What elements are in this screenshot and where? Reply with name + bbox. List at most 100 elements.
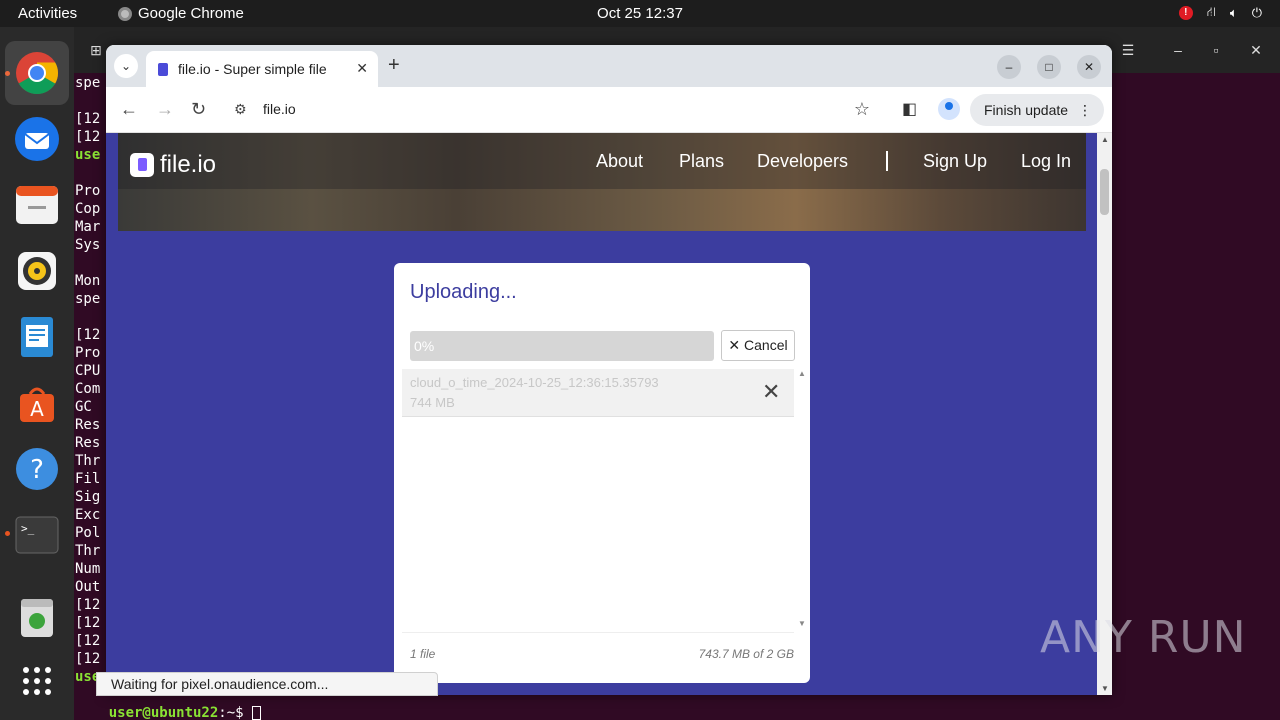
reload-button[interactable]: ↻ (191, 99, 206, 119)
dock-chrome[interactable] (5, 41, 69, 105)
upload-card: Uploading... 0% ✕ Cancel cloud_o_time_20… (394, 263, 810, 683)
cursor (252, 706, 262, 720)
svg-text:A: A (30, 397, 44, 421)
back-button[interactable]: ← (120, 99, 138, 119)
terminal-line: GC (75, 399, 101, 415)
appcenter-icon: A (20, 387, 54, 422)
thunderbird-icon (15, 117, 59, 161)
notification-alert-icon[interactable]: ! (1178, 6, 1193, 20)
dock-files[interactable] (5, 173, 69, 237)
forward-button[interactable]: → (156, 99, 174, 119)
file-count: 1 file (410, 647, 436, 661)
dock-writer[interactable] (5, 305, 69, 369)
maximize-icon[interactable]: ▫ (1202, 37, 1230, 63)
bookmark-star-icon[interactable]: ☆ (854, 99, 870, 120)
upload-progress-bar: 0% (410, 331, 714, 361)
terminal-line: spe (75, 75, 101, 91)
dock: A ? >_ (0, 27, 74, 720)
terminal-line: [12 (75, 129, 101, 145)
terminal-line: Thr (75, 543, 101, 559)
svg-text:?: ? (30, 455, 44, 485)
cancel-x-icon: ✕ (728, 337, 741, 353)
url-text: file.io (263, 101, 296, 117)
tab-close-icon[interactable]: ✕ (356, 60, 368, 77)
dock-appcenter[interactable]: A (5, 371, 69, 435)
tab-search-button[interactable]: ⌄ (114, 54, 138, 78)
terminal-line: Fil (75, 471, 101, 487)
quota-text: 743.7 MB of 2 GB (698, 647, 794, 661)
upload-heading: Uploading... (410, 281, 517, 303)
file-size: 744 MB (410, 395, 455, 410)
clock[interactable]: Oct 25 12:37 (597, 5, 683, 22)
scroll-down-icon[interactable]: ▼ (1101, 684, 1109, 693)
writer-icon (21, 317, 53, 357)
close-icon[interactable]: ✕ (1242, 37, 1270, 63)
nav-about[interactable]: About (596, 151, 643, 172)
nav-plans[interactable]: Plans (679, 151, 724, 172)
dock-thunderbird[interactable] (5, 107, 69, 171)
side-panel-icon[interactable]: ◧ (902, 99, 917, 119)
terminal-line: Num (75, 561, 101, 577)
list-item: cloud_o_time_2024-10-25_12:36:15.35793 7… (402, 369, 794, 417)
chrome-icon (16, 52, 59, 95)
file-name: cloud_o_time_2024-10-25_12:36:15.35793 (410, 375, 659, 390)
finish-update-button[interactable]: Finish update ⋮ (970, 94, 1104, 126)
remove-file-icon[interactable]: ✕ (762, 379, 780, 405)
power-icon[interactable]: ⏻ (1252, 5, 1262, 21)
minimize-button[interactable]: – (997, 55, 1021, 79)
minimize-icon[interactable]: – (1164, 37, 1192, 63)
more-menu-icon[interactable]: ⋮ (1078, 94, 1092, 126)
page-scrollbar[interactable]: ▲ ▼ (1097, 133, 1112, 695)
site-logo[interactable]: file.io (130, 151, 216, 179)
terminal-line: Pro (75, 345, 101, 361)
list-scroll-down-icon[interactable]: ▼ (798, 619, 806, 628)
activities-button[interactable]: Activities (18, 5, 77, 22)
rhythmbox-icon (18, 252, 56, 290)
terminal-line: Sys (75, 237, 101, 253)
nav-log-in[interactable]: Log In (1021, 151, 1071, 172)
svg-text:>_: >_ (21, 522, 35, 535)
fileio-favicon (158, 63, 168, 76)
dock-help[interactable]: ? (5, 437, 69, 501)
focused-app-menu[interactable]: Google Chrome (118, 5, 244, 22)
anyrun-watermark: ANY RUN (1040, 612, 1247, 663)
dock-terminal[interactable]: >_ (5, 503, 69, 567)
terminal-line: [12 (75, 111, 101, 127)
terminal-line: Sig (75, 489, 101, 505)
cancel-button[interactable]: ✕ Cancel (721, 330, 795, 361)
address-bar[interactable]: ⚙ file.io ☆ (226, 93, 882, 127)
site-info-icon[interactable]: ⚙ (234, 101, 247, 118)
terminal-line: Cop (75, 201, 101, 217)
new-tab-button[interactable]: + (388, 55, 400, 75)
scroll-up-icon[interactable]: ▲ (1101, 135, 1109, 144)
focused-app-name: Google Chrome (138, 5, 244, 22)
menu-icon[interactable]: ☰ (1114, 37, 1142, 63)
profile-avatar-icon[interactable] (938, 98, 960, 120)
file-list[interactable]: cloud_o_time_2024-10-25_12:36:15.35793 7… (402, 369, 806, 633)
terminal-line: Pol (75, 525, 101, 541)
terminal-line: Pro (75, 183, 101, 199)
list-scroll-up-icon[interactable]: ▲ (798, 369, 806, 378)
volume-icon[interactable]: 🔈︎ (1230, 5, 1238, 21)
tab-title: file.io - Super simple file (178, 61, 327, 77)
nav-divider (886, 151, 888, 171)
terminal-line: [12 (75, 651, 101, 667)
nav-developers[interactable]: Developers (757, 151, 848, 172)
files-icon (16, 186, 58, 224)
scrollbar-thumb[interactable] (1100, 169, 1109, 215)
terminal-line: [12 (75, 597, 101, 613)
dock-rhythmbox[interactable] (5, 239, 69, 303)
maximize-button[interactable]: □ (1037, 55, 1061, 79)
nav-sign-up[interactable]: Sign Up (923, 151, 987, 172)
browser-toolbar: ← → ↻ ⚙ file.io ☆ ◧ Finish update ⋮ (106, 87, 1112, 133)
terminal-line: Res (75, 435, 101, 451)
tab-fileio[interactable]: file.io - Super simple file ✕ (146, 51, 378, 87)
network-icon[interactable]: ⛙ (1207, 4, 1216, 22)
dock-show-apps[interactable] (5, 649, 69, 713)
chrome-small-icon (118, 6, 132, 21)
apps-grid-icon (23, 667, 51, 695)
terminal-icon: >_ (15, 516, 59, 554)
hero-banner: file.io About Plans Developers Sign Up L… (118, 133, 1086, 231)
close-window-button[interactable]: ✕ (1077, 55, 1101, 79)
dock-trash[interactable] (5, 585, 69, 649)
